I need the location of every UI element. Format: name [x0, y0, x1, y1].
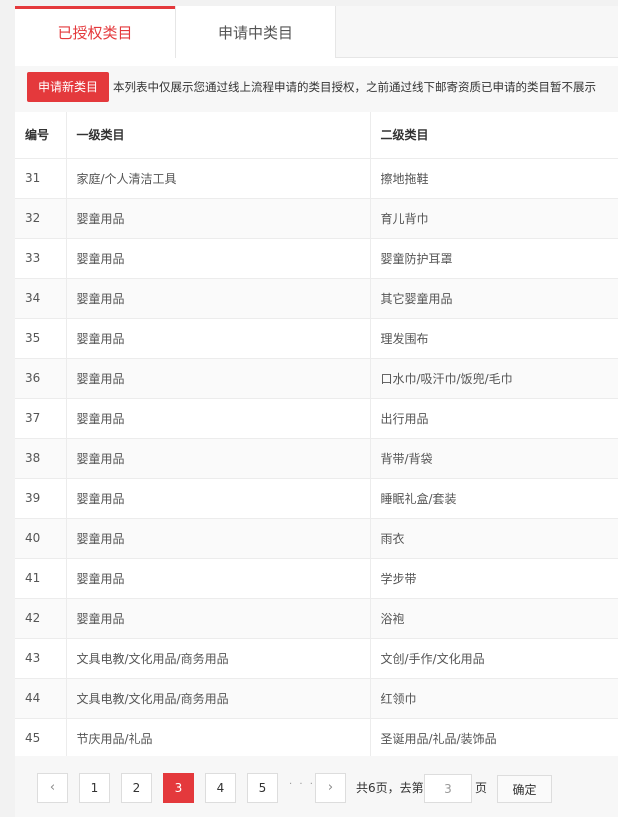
category-table: 编号 一级类目 二级类目 31 家庭/个人清洁工具 擦地拖鞋 32 婴童用品 育儿背巾 33…	[15, 112, 618, 759]
cell-level1: 文具电教/文化用品/商务用品	[65, 678, 370, 719]
pagination: ‹ 1 2 3 4 5 · · · › 共6页，去第 页 确定	[15, 756, 618, 817]
page-button-3[interactable]: 3	[163, 773, 194, 803]
cell-level1: 婴童用品	[65, 598, 370, 639]
cell-level2: 文创/手作/文化用品	[369, 638, 618, 679]
next-page-button[interactable]: ›	[315, 773, 346, 803]
cell-id: 31	[15, 158, 66, 199]
cell-level2: 理发围布	[369, 318, 618, 359]
cell-level2: 红领巾	[369, 678, 618, 719]
cell-id: 33	[15, 238, 66, 279]
cell-id: 45	[15, 718, 66, 759]
notice-text: 本列表中仅展示您通过线上流程申请的类目授权，之前通过线下邮寄资质已申请的类目暂不…	[113, 80, 596, 94]
table-row: 36 婴童用品 口水巾/吸汗巾/饭兜/毛巾	[15, 358, 618, 399]
table-row: 31 家庭/个人清洁工具 擦地拖鞋	[15, 158, 618, 199]
pagination-ellipsis: · · ·	[289, 779, 315, 790]
cell-level1: 婴童用品	[65, 438, 370, 479]
prev-page-button[interactable]: ‹	[37, 773, 68, 803]
cell-id: 41	[15, 558, 66, 599]
cell-id: 34	[15, 278, 66, 319]
column-header-level2: 二级类目	[369, 112, 618, 159]
table-row: 33 婴童用品 婴童防护耳罩	[15, 238, 618, 279]
cell-id: 38	[15, 438, 66, 479]
table-row: 35 婴童用品 理发围布	[15, 318, 618, 359]
cell-level1: 婴童用品	[65, 558, 370, 599]
cell-level2: 擦地拖鞋	[369, 158, 618, 199]
table-row: 42 婴童用品 浴袍	[15, 598, 618, 639]
cell-level1: 文具电教/文化用品/商务用品	[65, 638, 370, 679]
table-row: 44 文具电教/文化用品/商务用品 红领巾	[15, 678, 618, 719]
column-header-id: 编号	[15, 112, 66, 159]
cell-level1: 家庭/个人清洁工具	[65, 158, 370, 199]
cell-level2: 婴童防护耳罩	[369, 238, 618, 279]
tab-pending[interactable]: 申请中类目	[175, 6, 336, 58]
table-row: 41 婴童用品 学步带	[15, 558, 618, 599]
cell-level2: 浴袍	[369, 598, 618, 639]
cell-level2: 出行用品	[369, 398, 618, 439]
cell-id: 39	[15, 478, 66, 519]
column-header-level1: 一级类目	[65, 112, 370, 159]
page-button-2[interactable]: 2	[121, 773, 152, 803]
cell-level2: 口水巾/吸汗巾/饭兜/毛巾	[369, 358, 618, 399]
cell-id: 40	[15, 518, 66, 559]
cell-level2: 雨衣	[369, 518, 618, 559]
notice-bar: 申请新类目 本列表中仅展示您通过线上流程申请的类目授权，之前通过线下邮寄资质已申…	[15, 66, 618, 112]
cell-level2: 学步带	[369, 558, 618, 599]
category-panel: 已授权类目 申请中类目 申请新类目 本列表中仅展示您通过线上流程申请的类目授权，…	[15, 6, 618, 817]
cell-id: 32	[15, 198, 66, 239]
cell-id: 43	[15, 638, 66, 679]
table-row: 43 文具电教/文化用品/商务用品 文创/手作/文化用品	[15, 638, 618, 679]
cell-level1: 婴童用品	[65, 198, 370, 239]
page-suffix-text: 页	[475, 781, 488, 795]
cell-level1: 婴童用品	[65, 358, 370, 399]
goto-page-input[interactable]	[424, 774, 472, 803]
total-pages-text: 共6页，去第	[356, 781, 424, 795]
table-row: 38 婴童用品 背带/背袋	[15, 438, 618, 479]
table-row: 37 婴童用品 出行用品	[15, 398, 618, 439]
cell-id: 42	[15, 598, 66, 639]
cell-level1: 婴童用品	[65, 238, 370, 279]
cell-level2: 睡眠礼盒/套装	[369, 478, 618, 519]
cell-level2: 圣诞用品/礼品/装饰品	[369, 718, 618, 759]
cell-level1: 婴童用品	[65, 478, 370, 519]
page-button-1[interactable]: 1	[79, 773, 110, 803]
cell-level2: 其它婴童用品	[369, 278, 618, 319]
cell-level1: 婴童用品	[65, 398, 370, 439]
cell-id: 36	[15, 358, 66, 399]
page-button-5[interactable]: 5	[247, 773, 278, 803]
table-row: 34 婴童用品 其它婴童用品	[15, 278, 618, 319]
table-row: 32 婴童用品 育儿背巾	[15, 198, 618, 239]
confirm-goto-button[interactable]: 确定	[497, 775, 552, 803]
cell-id: 35	[15, 318, 66, 359]
cell-level2: 背带/背袋	[369, 438, 618, 479]
table-header-row: 编号 一级类目 二级类目	[15, 112, 618, 159]
cell-level1: 婴童用品	[65, 518, 370, 559]
apply-new-category-button[interactable]: 申请新类目	[27, 72, 109, 102]
cell-level1: 婴童用品	[65, 318, 370, 359]
table-row: 39 婴童用品 睡眠礼盒/套装	[15, 478, 618, 519]
cell-level2: 育儿背巾	[369, 198, 618, 239]
table-row: 40 婴童用品 雨衣	[15, 518, 618, 559]
tab-authorized[interactable]: 已授权类目	[15, 6, 175, 59]
cell-id: 37	[15, 398, 66, 439]
cell-level1: 婴童用品	[65, 278, 370, 319]
cell-level1: 节庆用品/礼品	[65, 718, 370, 759]
tab-bar: 已授权类目 申请中类目	[15, 6, 618, 59]
table-row: 45 节庆用品/礼品 圣诞用品/礼品/装饰品	[15, 718, 618, 759]
page-button-4[interactable]: 4	[205, 773, 236, 803]
cell-id: 44	[15, 678, 66, 719]
